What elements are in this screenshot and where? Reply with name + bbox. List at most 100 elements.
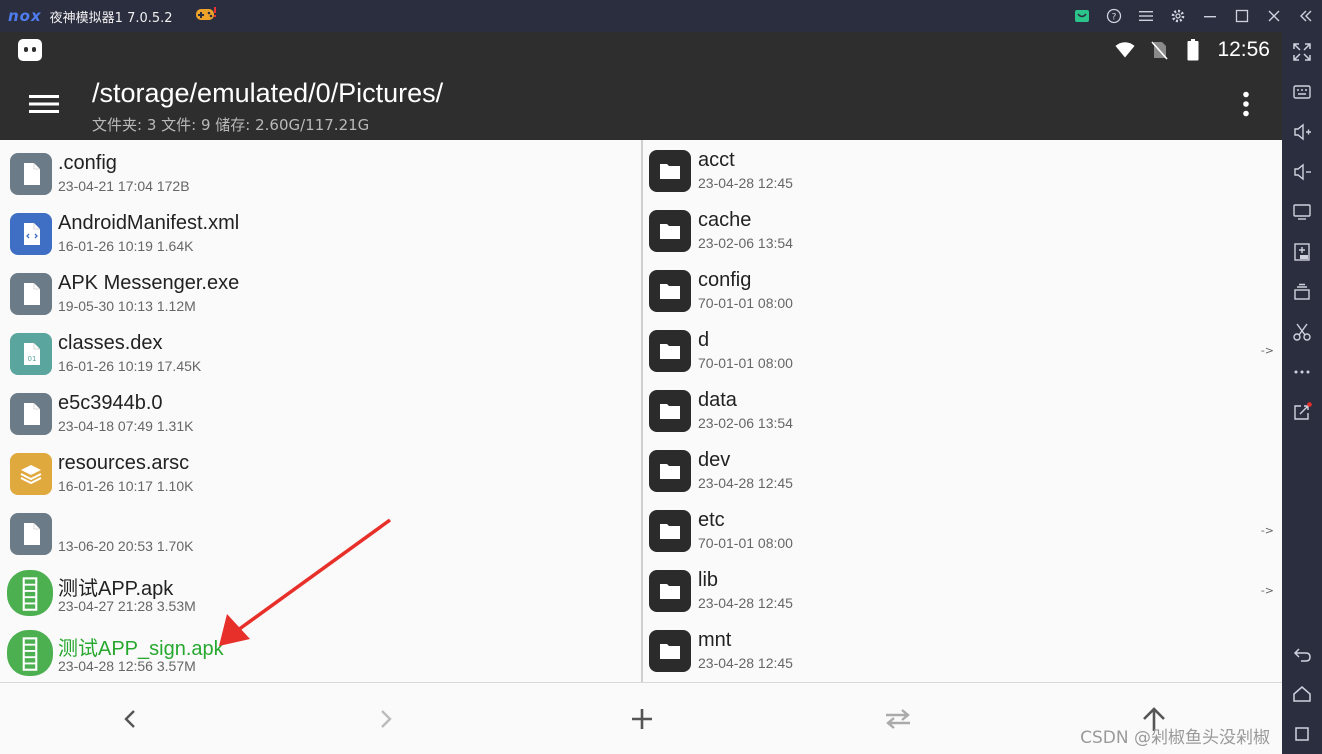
folder-name: etc xyxy=(698,509,725,531)
folder-row[interactable]: d 70-01-01 08:00 -> xyxy=(643,320,1282,380)
add-button[interactable] xyxy=(622,699,662,739)
folder-row[interactable]: mnt 23-04-28 12:45 xyxy=(643,620,1282,680)
keyboard-icon[interactable] xyxy=(1290,80,1314,104)
file-meta: 16-01-26 10:19 1.64K xyxy=(58,238,194,254)
file-row[interactable]: AndroidManifest.xml 16-01-26 10:19 1.64K xyxy=(2,200,641,260)
folder-name: acct xyxy=(698,149,735,171)
file-row[interactable]: 13-06-20 20:53 1.70K xyxy=(2,500,641,560)
file-meta: 13-06-20 20:53 1.70K xyxy=(58,538,194,554)
gift-icon[interactable] xyxy=(1066,0,1098,32)
file-meta: 23-04-21 17:04 172B xyxy=(58,178,190,194)
plus-icon xyxy=(632,709,652,729)
no-signal-icon xyxy=(1149,40,1169,60)
help-icon[interactable]: ? xyxy=(1098,0,1130,32)
file-icon xyxy=(10,513,52,555)
multi-instance-icon[interactable] xyxy=(1290,280,1314,304)
status-clock: 12:56 xyxy=(1217,38,1270,61)
current-path-title: /storage/emulated/0/Pictures/ xyxy=(92,78,444,108)
file-row[interactable]: APK Messenger.exe 19-05-30 10:13 1.12M xyxy=(2,260,641,320)
folder-icon xyxy=(649,570,691,612)
apk-icon xyxy=(7,570,53,616)
emulator-side-toolbar xyxy=(1282,32,1322,754)
android-home-icon[interactable] xyxy=(1290,682,1314,706)
folder-meta: 70-01-01 08:00 xyxy=(698,355,793,371)
battery-icon xyxy=(1183,39,1203,61)
file-icon xyxy=(10,153,52,195)
android-recents-icon[interactable] xyxy=(1290,722,1314,746)
folder-name: cache xyxy=(698,209,752,231)
folder-icon xyxy=(649,390,691,432)
more-horiz-icon[interactable] xyxy=(1290,360,1314,384)
forward-nav-button[interactable] xyxy=(366,699,406,739)
folder-meta: 23-02-06 13:54 xyxy=(698,235,793,251)
folder-meta: 23-04-28 12:45 xyxy=(698,175,793,191)
collapse-sidebar-icon[interactable] xyxy=(1290,0,1322,32)
file-icon xyxy=(10,393,52,435)
file-row[interactable]: 测试APP.apk 23-04-27 21:28 3.53M xyxy=(2,560,641,620)
install-apk-icon[interactable] xyxy=(1290,240,1314,264)
folder-name: mnt xyxy=(698,629,732,651)
android-screen: 12:56 /storage/emulated/0/Pictures/ 文件夹:… xyxy=(0,32,1282,754)
folder-icon xyxy=(649,270,691,312)
folder-name: config xyxy=(698,269,752,291)
share-out-icon[interactable] xyxy=(1290,400,1314,424)
settings-icon[interactable] xyxy=(1162,0,1194,32)
file-row[interactable]: e5c3944b.0 23-04-18 07:49 1.31K xyxy=(2,380,641,440)
layers-file-icon xyxy=(10,453,52,495)
back-nav-button[interactable] xyxy=(110,699,150,739)
file-row[interactable]: resources.arsc 16-01-26 10:17 1.10K xyxy=(2,440,641,500)
android-back-icon[interactable] xyxy=(1290,642,1314,666)
folder-name: data xyxy=(698,389,737,411)
code-file-icon xyxy=(10,213,52,255)
file-meta: 16-01-26 10:19 17.45K xyxy=(58,358,202,374)
hamburger-menu-button[interactable] xyxy=(22,82,66,126)
file-name: resources.arsc xyxy=(58,452,190,474)
gamepad-icon[interactable] xyxy=(195,6,217,26)
file-meta: 23-04-18 07:49 1.31K xyxy=(58,418,194,434)
menu-lines-icon[interactable] xyxy=(1130,0,1162,32)
binary-file-icon: 01 xyxy=(10,333,52,375)
minimize-icon[interactable] xyxy=(1194,0,1226,32)
folder-meta: 23-04-28 12:45 xyxy=(698,595,793,611)
swap-panes-button[interactable] xyxy=(878,699,918,739)
folder-meta: 23-02-06 13:54 xyxy=(698,415,793,431)
file-name: .config xyxy=(58,152,117,174)
screen-display-icon[interactable] xyxy=(1290,200,1314,224)
folder-row[interactable]: dev 23-04-28 12:45 xyxy=(643,440,1282,500)
volume-down-icon[interactable] xyxy=(1290,160,1314,184)
file-row[interactable]: 测试APP_sign.apk 23-04-28 12:56 3.57M xyxy=(2,620,641,680)
emulator-title-bar: nox 夜神模拟器1 7.0.5.2 ? xyxy=(0,0,1322,32)
file-name: e5c3944b.0 xyxy=(58,392,163,414)
file-name: 测试APP.apk xyxy=(58,578,174,600)
folder-row[interactable]: cache 23-02-06 13:54 xyxy=(643,200,1282,260)
chevron-left-icon xyxy=(124,710,135,728)
folder-icon xyxy=(649,630,691,672)
left-file-pane[interactable]: .config 23-04-21 17:04 172B AndroidManifes… xyxy=(2,140,641,682)
symlink-indicator: -> xyxy=(1260,524,1274,537)
storage-summary: 文件夹: 3 文件: 9 储存: 2.60G/117.21G xyxy=(92,116,370,134)
folder-row[interactable]: acct 23-04-28 12:45 xyxy=(643,140,1282,200)
folder-row[interactable]: data 23-02-06 13:54 xyxy=(643,380,1282,440)
folder-meta: 70-01-01 08:00 xyxy=(698,295,793,311)
file-row[interactable]: 01 classes.dex 16-01-26 10:19 17.45K xyxy=(2,320,641,380)
folder-row[interactable]: lib 23-04-28 12:45 -> xyxy=(643,560,1282,620)
close-icon[interactable] xyxy=(1258,0,1290,32)
fullscreen-icon[interactable] xyxy=(1290,40,1314,64)
file-row[interactable]: .config 23-04-21 17:04 172B xyxy=(2,140,641,200)
folder-row[interactable]: config 70-01-01 08:00 xyxy=(643,260,1282,320)
chevron-right-icon xyxy=(381,710,392,728)
folder-row[interactable]: etc 70-01-01 08:00 -> xyxy=(643,500,1282,560)
more-vert-icon xyxy=(1243,91,1249,117)
folder-meta: 70-01-01 08:00 xyxy=(698,535,793,551)
file-meta: 23-04-28 12:56 3.57M xyxy=(58,658,196,674)
svg-text:?: ? xyxy=(1112,13,1117,23)
app-toolbar: /storage/emulated/0/Pictures/ 文件夹: 3 文件:… xyxy=(0,68,1282,140)
symlink-indicator: -> xyxy=(1260,344,1274,357)
folder-icon xyxy=(649,210,691,252)
maximize-icon[interactable] xyxy=(1226,0,1258,32)
volume-up-icon[interactable] xyxy=(1290,120,1314,144)
file-name: APK Messenger.exe xyxy=(58,272,240,294)
overflow-menu-button[interactable] xyxy=(1228,84,1264,124)
right-file-pane[interactable]: acct 23-04-28 12:45 cache 23-02-06 13:54 con… xyxy=(643,140,1282,682)
scissors-icon[interactable] xyxy=(1290,320,1314,344)
